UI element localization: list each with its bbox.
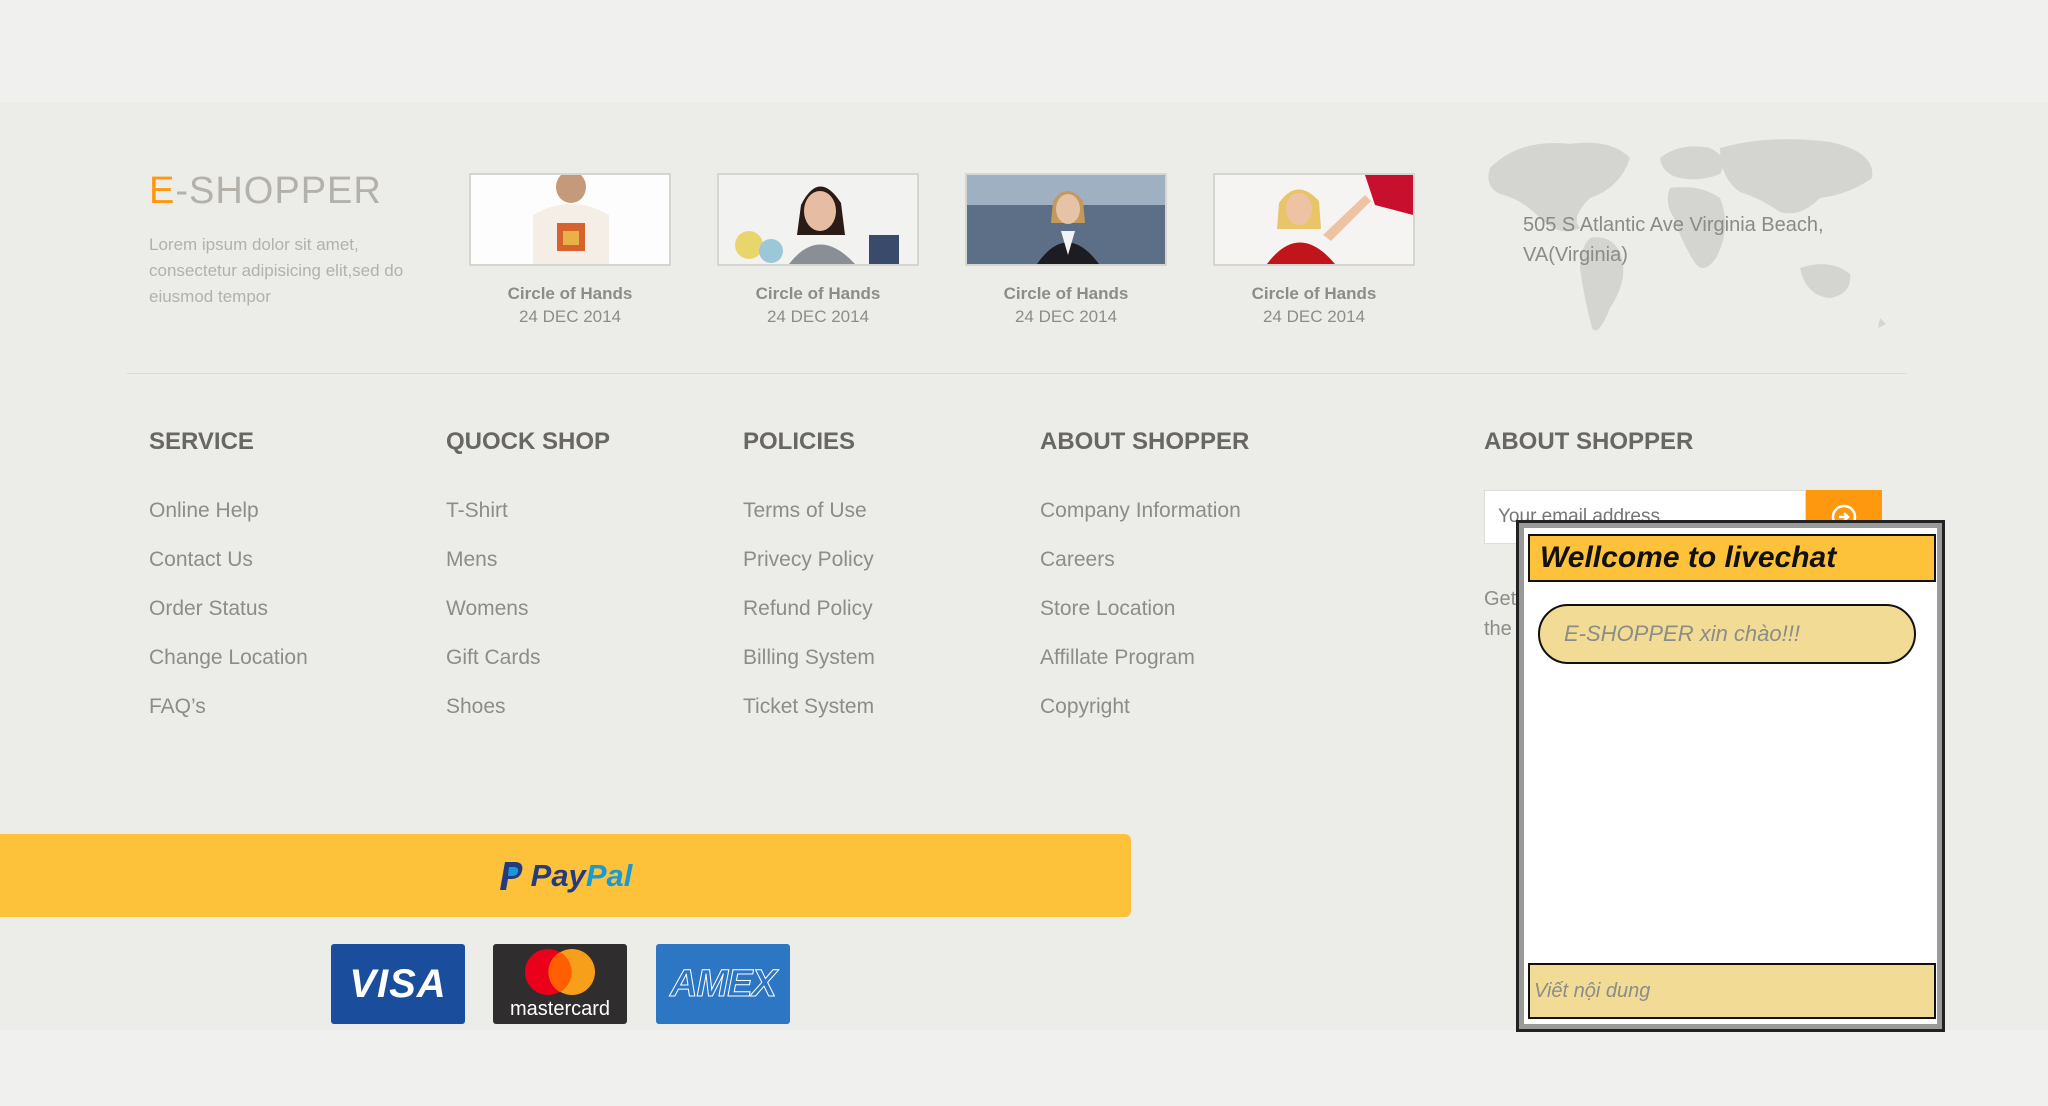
footer-link-company-information[interactable]: Company Information — [1040, 486, 1249, 535]
footer-link-ticket-system[interactable]: Ticket System — [743, 682, 875, 731]
video-date: 24 DEC 2014 — [766, 307, 870, 326]
logo-accent-letter: E — [149, 170, 176, 212]
mastercard-text: mastercard — [509, 998, 611, 1020]
footer-link-faqs[interactable]: FAQ’s — [149, 682, 308, 731]
video-thumbnail[interactable] — [717, 173, 919, 266]
footer-link-mens[interactable]: Mens — [446, 535, 610, 584]
paypal-logo: Pay Pal — [499, 857, 633, 894]
video-date: 24 DEC 2014 — [1262, 307, 1366, 326]
footer-link-privacy-policy[interactable]: Privecy Policy — [743, 535, 875, 584]
livechat-header[interactable]: Wellcome to livechat — [1528, 534, 1936, 582]
footer-logo[interactable]: E-SHOPPER — [149, 170, 382, 213]
video-card[interactable]: Circle of Hands 24 DEC 2014 — [717, 173, 919, 327]
footer-link-gift-cards[interactable]: Gift Cards — [446, 633, 610, 682]
paypal-button[interactable]: Pay Pal — [0, 834, 1131, 917]
amex-card[interactable]: AMEX — [656, 944, 790, 1024]
video-date: 24 DEC 2014 — [518, 307, 622, 326]
video-title: Circle of Hands — [755, 284, 881, 303]
mastercard-circles-icon — [525, 949, 595, 995]
footer-link-billing-system[interactable]: Billing System — [743, 633, 875, 682]
newsletter-column: ABOUT SHOPPER — [1484, 428, 1693, 486]
amex-text: AMEX — [670, 962, 778, 1005]
chat-input-field[interactable] — [1528, 963, 1936, 1019]
video-date: 24 DEC 2014 — [1014, 307, 1118, 326]
footer-link-change-location[interactable]: Change Location — [149, 633, 308, 682]
footer-link-shoes[interactable]: Shoes — [446, 682, 610, 731]
column-title: SERVICE — [149, 428, 254, 455]
livechat-title: Wellcome to livechat — [1540, 541, 1837, 574]
column-title: QUOCK SHOP — [446, 428, 611, 455]
service-column: SERVICE Online Help Contact Us Order Sta… — [149, 428, 308, 731]
video-card[interactable]: Circle of Hands 24 DEC 2014 — [469, 173, 671, 327]
policies-column: POLICIES Terms of Use Privecy Policy Ref… — [743, 428, 875, 731]
livechat-widget[interactable]: Wellcome to livechat E-SHOPPER xin chào!… — [1516, 520, 1945, 1032]
footer-link-refund-policy[interactable]: Refund Policy — [743, 584, 875, 633]
video-card[interactable]: Circle of Hands 24 DEC 2014 — [1213, 173, 1415, 327]
video-thumbnail[interactable] — [965, 173, 1167, 266]
footer-link-tshirt[interactable]: T-Shirt — [446, 486, 610, 535]
chat-message-bubble: E-SHOPPER xin chào!!! — [1538, 604, 1916, 664]
sale-woman-image — [1215, 175, 1413, 264]
brand-description: Lorem ipsum dolor sit amet, consectetur … — [149, 235, 404, 306]
mastercard-card[interactable]: mastercard — [493, 944, 627, 1024]
footer-divider — [127, 373, 1907, 374]
video-title: Circle of Hands — [507, 284, 633, 303]
footer-link-store-location[interactable]: Store Location — [1040, 584, 1249, 633]
video-card[interactable]: Circle of Hands 24 DEC 2014 — [965, 173, 1167, 327]
footer-link-online-help[interactable]: Online Help — [149, 486, 308, 535]
footer-link-affiliate-program[interactable]: Affillate Program — [1040, 633, 1249, 682]
column-title: POLICIES — [743, 428, 856, 455]
video-title: Circle of Hands — [1003, 284, 1129, 303]
footer-link-order-status[interactable]: Order Status — [149, 584, 308, 633]
column-title: ABOUT SHOPPER — [1484, 428, 1694, 455]
quick-shop-column: QUOCK SHOP T-Shirt Mens Womens Gift Card… — [446, 428, 610, 731]
paypal-pal-text: Pal — [585, 857, 633, 893]
woman-shopping-image — [719, 175, 917, 264]
footer-link-contact-us[interactable]: Contact Us — [149, 535, 308, 584]
footer-link-womens[interactable]: Womens — [446, 584, 610, 633]
footer-link-careers[interactable]: Careers — [1040, 535, 1249, 584]
video-thumbnail[interactable] — [1213, 173, 1415, 266]
paypal-p-icon — [499, 861, 523, 890]
visa-text: VISA — [349, 961, 447, 1006]
store-address: 505 S Atlantic Ave Virginia Beach, VA(Vi… — [1523, 214, 1824, 266]
visa-card[interactable]: VISA — [331, 944, 465, 1024]
about-shopper-column: ABOUT SHOPPER Company Information Career… — [1040, 428, 1249, 731]
footer-link-terms-of-use[interactable]: Terms of Use — [743, 486, 875, 535]
chat-message-input[interactable] — [1530, 965, 1934, 1017]
video-thumbnail[interactable] — [469, 173, 671, 266]
video-title: Circle of Hands — [1251, 284, 1377, 303]
chat-greeting-text: E-SHOPPER xin chào!!! — [1564, 621, 1800, 646]
column-title: ABOUT SHOPPER — [1040, 428, 1250, 455]
footer-bottom — [0, 1030, 2048, 1106]
footer-link-copyright[interactable]: Copyright — [1040, 682, 1249, 731]
logo-text: -SHOPPER — [175, 170, 382, 212]
man-tshirt-image — [471, 175, 669, 264]
paypal-pay-text: Pay — [530, 857, 586, 893]
businesswoman-image — [967, 175, 1165, 264]
